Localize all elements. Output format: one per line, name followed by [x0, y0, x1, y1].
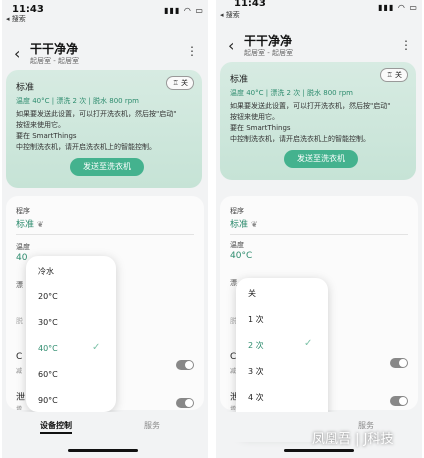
check-icon: ✓ [304, 338, 313, 349]
desc-line: 要在 SmartThings [16, 132, 77, 140]
back-icon[interactable]: ‹ [14, 44, 20, 63]
page-subtitle: 起居室 - 起居室 [30, 57, 79, 65]
spin-label: 脱 [16, 317, 23, 325]
back-icon[interactable]: ‹ [228, 36, 234, 55]
program-row[interactable]: 程序 标准 ❦ [230, 206, 258, 230]
option-label: C [16, 352, 23, 362]
leaf-icon: ❦ [37, 220, 44, 229]
dropdown-option[interactable]: 关 [248, 288, 256, 299]
card-meta: 温度 40°C | 漂洗 2 次 | 脱水 800 rpm [16, 97, 139, 105]
more-options-icon[interactable]: ⋮ [400, 38, 412, 52]
right-screenshot: 11:43 ▮▮▮ ◠ ▭ ◂ 搜索 ‹ 干干净净 起居室 - 起居室 ⋮ 标准… [216, 0, 422, 458]
dropdown-option-selected[interactable]: 40°C [38, 344, 58, 353]
option-label: 泄 [16, 393, 26, 403]
rinse-label: 漂 [16, 281, 23, 289]
page-title: 干干净净 [30, 42, 79, 56]
status-icons: ▮▮▮ ◠ ▭ [164, 6, 204, 15]
card-chip[interactable]: ♖ 关 [166, 76, 194, 90]
card-description: 如果要发送此设置，可以打开洗衣机，然后按"启动" 按钮来使用它。 要在 Smar… [230, 101, 412, 145]
temperature-label: 温度 [16, 243, 30, 251]
status-icons: ▮▮▮ ◠ ▭ [378, 3, 418, 12]
option-sub: 减 [16, 368, 23, 375]
status-time: 11:43 [234, 0, 266, 9]
temperature-row[interactable]: 温度 40°C [230, 240, 252, 261]
option-toggle[interactable] [390, 358, 408, 368]
dropdown-option[interactable]: 4 次 [248, 392, 264, 403]
temperature-value: 40°C [230, 251, 253, 261]
option-toggle[interactable] [390, 396, 408, 406]
home-indicator [284, 449, 354, 452]
card-program: 标准 [230, 75, 249, 85]
left-screenshot: 11:43 ▮▮▮ ◠ ▭ ◂ 搜索 ‹ 干干净净 起居室 - 起居室 ⋮ 标准… [2, 0, 208, 458]
desc-line: 要在 SmartThings [230, 124, 291, 132]
send-to-washer-button[interactable]: 发送至洗衣机 [284, 150, 358, 168]
option-toggle[interactable] [176, 360, 194, 370]
dropdown-option[interactable]: 90°C [38, 396, 58, 405]
program-value: 标准 [16, 220, 35, 230]
dropdown-option[interactable]: 30°C [38, 318, 58, 327]
temperature-dropdown: 冷水 20°C 30°C 40°C ✓ 60°C 90°C [26, 256, 116, 412]
desc-line: 如果要发送此设置，可以打开洗衣机，然后按"启动" [230, 102, 391, 110]
leaf-icon: ❦ [251, 220, 258, 229]
home-indicator [68, 449, 138, 452]
preset-card: 标准 ♖ 关 温度 40°C | 漂洗 2 次 | 脱水 800 rpm 如果要… [6, 70, 202, 188]
check-icon: ✓ [92, 342, 101, 353]
more-options-icon[interactable]: ⋮ [186, 44, 198, 58]
desc-line: 如果要发送此设置，可以打开洗衣机，然后按"启动" [16, 110, 177, 118]
dropdown-option[interactable]: 60°C [38, 370, 58, 379]
back-to-search[interactable]: ◂ 搜索 [6, 14, 26, 24]
card-program: 标准 [16, 83, 35, 93]
program-row[interactable]: 程序 标准 ❦ [16, 206, 44, 230]
divider [16, 234, 194, 235]
dropdown-option[interactable]: 2 次 [248, 340, 264, 351]
dropdown-option[interactable]: 冷水 [38, 266, 54, 277]
program-label: 程序 [230, 207, 244, 215]
desc-line: 中控制洗衣机，请开启洗衣机上的智能控制。 [16, 143, 156, 151]
preset-card: 标准 ♖ 关 温度 40°C | 漂洗 2 次 | 脱水 800 rpm 如果要… [220, 62, 416, 180]
page-title: 干干净净 [244, 34, 293, 48]
divider [230, 234, 408, 235]
desc-line: 中控制洗衣机，请开启洗衣机上的智能控制。 [230, 135, 370, 143]
watermark-text: 凤凰吾 | J科技 [312, 432, 394, 447]
card-chip[interactable]: ♖ 关 [380, 68, 408, 82]
back-to-search[interactable]: ◂ 搜索 [220, 10, 240, 20]
dropdown-option-selected[interactable]: 3 次 [248, 366, 264, 377]
send-to-washer-button[interactable]: 发送至洗衣机 [70, 158, 144, 176]
card-meta: 温度 40°C | 漂洗 2 次 | 脱水 800 rpm [230, 89, 353, 97]
bottom-tab-bar: 设备控制 服务 [2, 412, 208, 442]
card-description: 如果要发送此设置，可以打开洗衣机，然后按"启动" 按钮来使用它。 要在 Smar… [16, 109, 198, 153]
tab-service[interactable]: 服务 [144, 420, 160, 431]
desc-line: 按钮来使用它。 [16, 121, 65, 129]
dropdown-option[interactable]: 20°C [38, 292, 58, 301]
desc-line: 按钮来使用它。 [230, 113, 279, 121]
program-label: 程序 [16, 207, 30, 215]
option-toggle[interactable] [176, 398, 194, 408]
temperature-label: 温度 [230, 241, 244, 249]
tab-device-control[interactable]: 设备控制 [40, 420, 72, 434]
program-value: 标准 [230, 220, 249, 230]
option-sub: 增 [16, 406, 23, 410]
dropdown-option[interactable]: 1 次 [248, 314, 264, 325]
page-subtitle: 起居室 - 起居室 [244, 49, 293, 57]
